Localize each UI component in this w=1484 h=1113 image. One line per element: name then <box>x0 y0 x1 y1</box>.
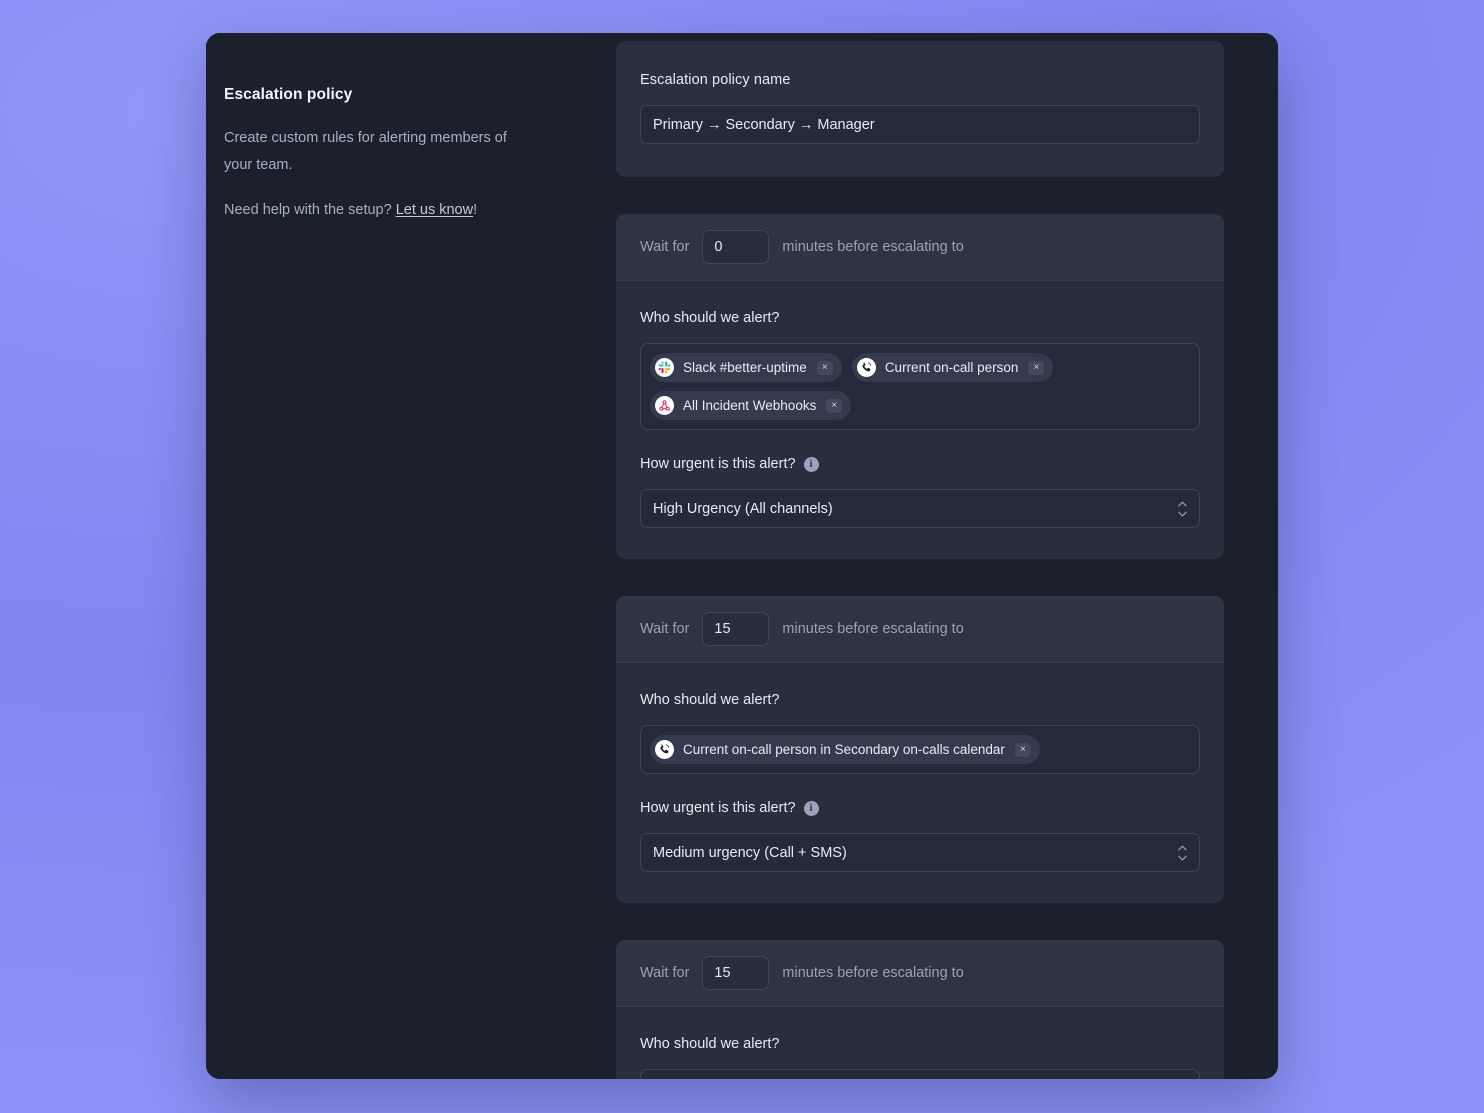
info-icon[interactable]: i <box>803 456 819 472</box>
remove-recipient-button[interactable]: × <box>816 360 833 375</box>
phone-icon <box>655 740 674 759</box>
escalation-step-2: Wait for minutes before escalating to Wh… <box>616 596 1224 903</box>
policy-name-input[interactable] <box>640 105 1200 144</box>
remove-recipient-button[interactable]: × <box>1014 742 1031 757</box>
step-1-who-label-text: Who should we alert? <box>640 310 780 326</box>
policy-name-card: Escalation policy name <box>616 41 1224 177</box>
step-1-urgency-select[interactable]: High Urgency (All channels) <box>640 489 1200 528</box>
step-2-urgency-value: Medium urgency (Call + SMS) <box>653 844 847 861</box>
step-1-wait-prefix: Wait for <box>640 239 690 255</box>
step-1-wait-header: Wait for minutes before escalating to <box>616 214 1224 281</box>
step-2-wait-prefix: Wait for <box>640 621 690 637</box>
step-1-body: Who should we alert? Slack #better-uptim… <box>616 281 1224 559</box>
step-1-urgency-label-text: How urgent is this alert? <box>640 456 796 472</box>
step-2-urgency-select-wrap: Medium urgency (Call + SMS) <box>640 833 1200 872</box>
step-3-who-label: Who should we alert? <box>640 1036 1200 1052</box>
step-3-body: Who should we alert? Current on-call per… <box>616 1007 1224 1079</box>
policy-name-label: Escalation policy name <box>640 72 791 88</box>
sidebar-description: Create custom rules for alerting members… <box>224 130 507 173</box>
step-2-wait-header: Wait for minutes before escalating to <box>616 596 1224 663</box>
recipient-chip-label: Slack #better-uptime <box>683 360 807 375</box>
step-2-wait-suffix: minutes before escalating to <box>782 621 964 637</box>
page-title: Escalation policy <box>224 86 353 103</box>
recipient-chip-label: All Incident Webhooks <box>683 398 817 413</box>
recipient-chip[interactable]: All Incident Webhooks × <box>650 391 852 420</box>
let-us-know-link[interactable]: Let us know <box>396 202 473 218</box>
recipient-chip-label: Current on-call person in Secondary on-c… <box>683 742 1005 757</box>
help-prefix-text: Need help with the setup? <box>224 202 396 218</box>
webhook-icon <box>655 396 674 415</box>
recipient-chip-label: Current on-call person <box>884 360 1019 375</box>
step-3-wait-prefix: Wait for <box>640 965 690 981</box>
step-3-wait-suffix: minutes before escalating to <box>782 965 964 981</box>
step-1-urgency-select-wrap: High Urgency (All channels) <box>640 489 1200 528</box>
help-suffix-text: ! <box>473 202 478 218</box>
step-2-recipients-field[interactable]: Current on-call person in Secondary on-c… <box>640 725 1200 774</box>
recipient-chip[interactable]: Current on-call person in Secondary on-c… <box>650 735 1040 764</box>
escalation-step-3: Wait for minutes before escalating to Wh… <box>616 940 1224 1079</box>
slack-icon <box>655 358 674 377</box>
remove-recipient-button[interactable]: × <box>1028 360 1045 375</box>
app-window: Escalation policy Create custom rules fo… <box>206 33 1278 1079</box>
step-2-urgency-select[interactable]: Medium urgency (Call + SMS) <box>640 833 1200 872</box>
step-1-urgency-label: How urgent is this alert? i <box>640 456 1200 472</box>
info-icon[interactable]: i <box>803 800 819 816</box>
step-2-body: Who should we alert? Current on-call per… <box>616 663 1224 903</box>
recipient-chip[interactable]: Current on-call person × <box>851 353 1054 382</box>
step-2-who-label-text: Who should we alert? <box>640 692 780 708</box>
step-2-urgency-label-text: How urgent is this alert? <box>640 800 796 816</box>
sidebar-help-text: Need help with the setup? Let us know! <box>224 198 572 222</box>
step-2-wait-minutes-input[interactable] <box>702 612 770 646</box>
step-3-wait-header: Wait for minutes before escalating to <box>616 940 1224 1007</box>
recipient-chip[interactable]: Slack #better-uptime × <box>650 353 842 382</box>
escalation-step-1: Wait for minutes before escalating to Wh… <box>616 214 1224 559</box>
sidebar: Escalation policy Create custom rules fo… <box>206 33 612 1079</box>
step-3-wait-minutes-input[interactable] <box>702 956 770 990</box>
step-1-who-label: Who should we alert? <box>640 310 1200 326</box>
step-1-urgency-value: High Urgency (All channels) <box>653 500 833 517</box>
step-2-urgency-label: How urgent is this alert? i <box>640 800 1200 816</box>
step-3-who-label-text: Who should we alert? <box>640 1036 780 1052</box>
remove-recipient-button[interactable]: × <box>826 398 843 413</box>
phone-icon <box>856 358 876 377</box>
step-1-wait-suffix: minutes before escalating to <box>782 239 964 255</box>
step-3-recipients-field[interactable]: Current on-call person in Team Managers … <box>640 1069 1200 1079</box>
step-1-recipients-field[interactable]: Slack #better-uptime × Current on-call p… <box>640 343 1200 430</box>
step-1-wait-minutes-input[interactable] <box>702 230 770 264</box>
step-2-who-label: Who should we alert? <box>640 692 1200 708</box>
main-content: Escalation policy name Wait for minutes … <box>612 33 1278 1079</box>
